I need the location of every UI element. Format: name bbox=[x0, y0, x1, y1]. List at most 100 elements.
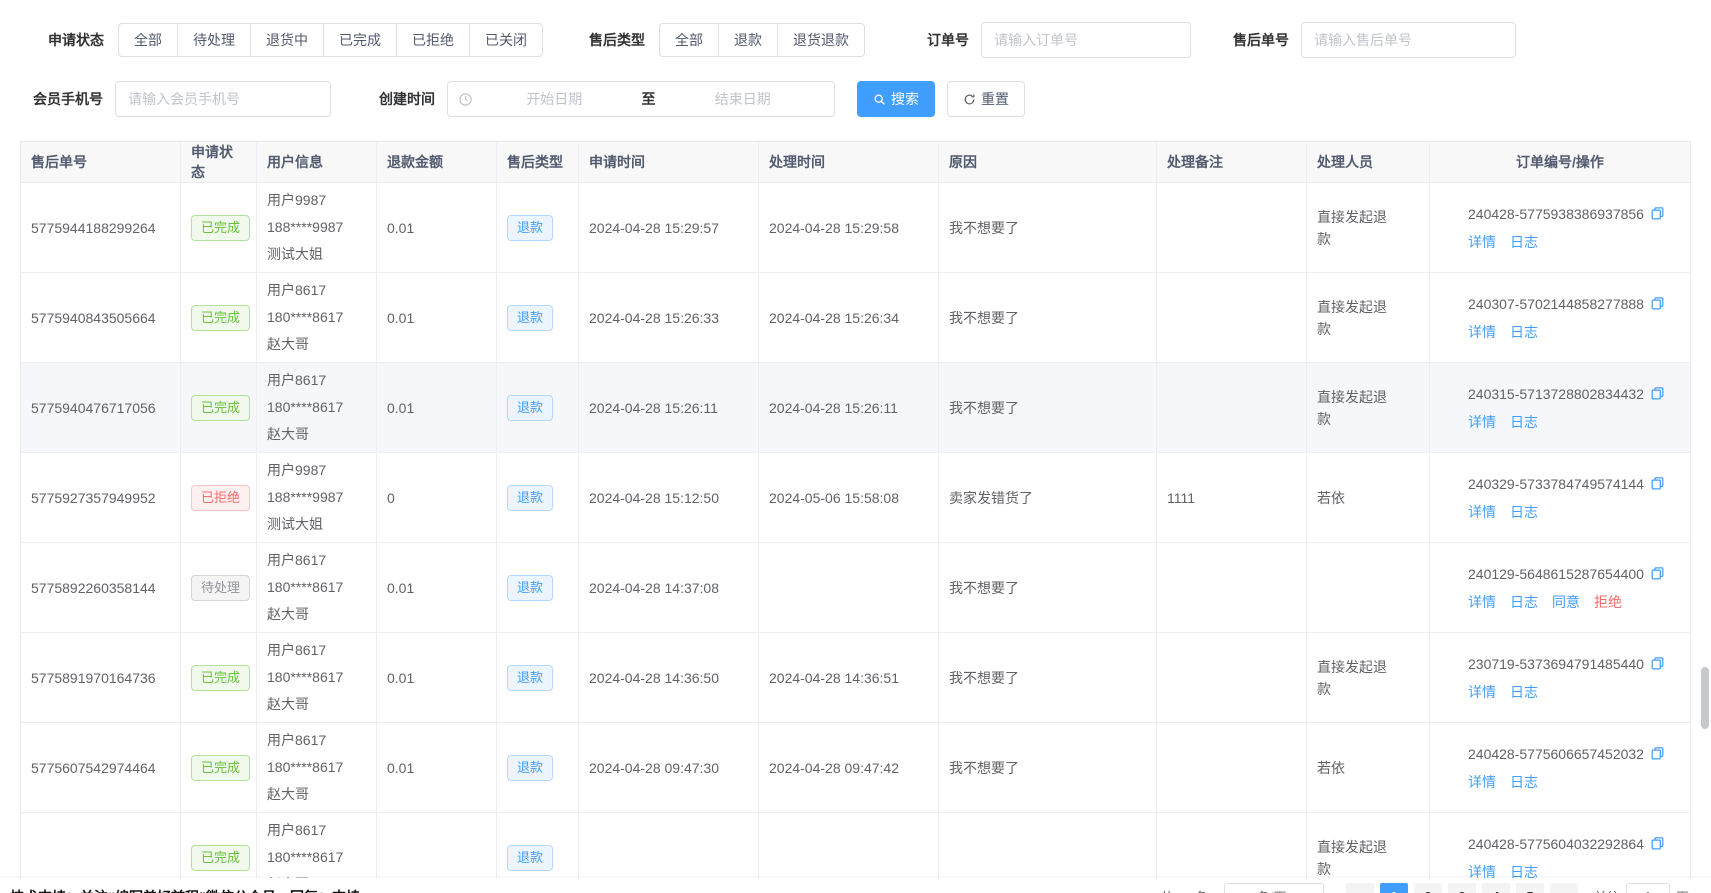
aftersale-no-input[interactable] bbox=[1301, 22, 1516, 58]
action-detail[interactable]: 详情 bbox=[1468, 320, 1496, 344]
action-detail[interactable]: 详情 bbox=[1468, 770, 1496, 794]
status-cell: 已完成 bbox=[181, 633, 257, 722]
end-date-placeholder[interactable]: 结束日期 bbox=[662, 89, 825, 109]
page-button-5[interactable]: 5 bbox=[1516, 883, 1544, 893]
aftersale-id-cell: 5775927357949952 bbox=[21, 453, 181, 542]
order-no-input[interactable] bbox=[981, 22, 1191, 58]
action-approve[interactable]: 同意 bbox=[1552, 590, 1580, 614]
copy-icon[interactable] bbox=[1650, 656, 1665, 671]
action-detail[interactable]: 详情 bbox=[1468, 230, 1496, 254]
column-header-label: 售后单号 bbox=[31, 152, 87, 172]
apply-status-option-4[interactable]: 已拒绝 bbox=[396, 23, 470, 57]
action-detail[interactable]: 详情 bbox=[1468, 500, 1496, 524]
prev-page-button[interactable] bbox=[1346, 883, 1374, 893]
goto-page-input[interactable] bbox=[1626, 883, 1670, 893]
action-log[interactable]: 日志 bbox=[1510, 410, 1538, 434]
action-log[interactable]: 日志 bbox=[1510, 590, 1538, 614]
page-button-2[interactable]: 2 bbox=[1414, 883, 1442, 893]
goto-label: 前往 bbox=[1594, 887, 1620, 893]
apply-status-option-2[interactable]: 退货中 bbox=[250, 23, 324, 57]
type-badge: 退款 bbox=[507, 755, 553, 781]
copy-icon[interactable] bbox=[1650, 746, 1665, 761]
action-detail[interactable]: 详情 bbox=[1468, 590, 1496, 614]
action-log[interactable]: 日志 bbox=[1510, 500, 1538, 524]
apply-status-option-5[interactable]: 已关闭 bbox=[469, 23, 543, 57]
aftersale-id: 5775940843505664 bbox=[31, 310, 156, 326]
type-cell: 退款 bbox=[497, 183, 579, 272]
search-button[interactable]: 搜索 bbox=[857, 81, 935, 117]
next-page-button[interactable] bbox=[1550, 883, 1578, 893]
column-header-label: 处理人员 bbox=[1317, 152, 1373, 172]
handler-cell: 直接发起退款 bbox=[1307, 633, 1430, 722]
status-cell: 已完成 bbox=[181, 363, 257, 452]
type-cell: 退款 bbox=[497, 273, 579, 362]
copy-icon[interactable] bbox=[1650, 836, 1665, 851]
apply-status-option-1[interactable]: 待处理 bbox=[177, 23, 251, 57]
aftersale-type-option-0[interactable]: 全部 bbox=[659, 23, 719, 57]
table-row: 5775927357949952已拒绝用户9987188****9987测试大姐… bbox=[21, 453, 1690, 543]
date-range-picker[interactable]: 开始日期 至 结束日期 bbox=[447, 81, 835, 117]
action-log[interactable]: 日志 bbox=[1510, 770, 1538, 794]
type-badge: 退款 bbox=[507, 305, 553, 331]
create-time-label: 创建时间 bbox=[379, 89, 435, 109]
order-actions-cell: 240329-5733784749574144 详情日志 bbox=[1430, 453, 1690, 542]
table-row: 5775607542974464已完成用户8617180****8617赵大哥0… bbox=[21, 723, 1690, 813]
reason-text: 我不想要了 bbox=[949, 308, 1019, 328]
remark-text: 1111 bbox=[1167, 490, 1195, 506]
table-header: 售后单号申请状态用户信息退款金额售后类型申请时间处理时间原因处理备注处理人员订单… bbox=[21, 142, 1690, 183]
aftersale-type-option-2[interactable]: 退货退款 bbox=[777, 23, 865, 57]
copy-icon[interactable] bbox=[1650, 206, 1665, 221]
page-size-select[interactable]: 10条/页 bbox=[1224, 883, 1324, 893]
order-number: 240329-5733784749574144 bbox=[1468, 472, 1644, 496]
row-actions: 详情日志同意拒绝 bbox=[1468, 590, 1622, 614]
copy-icon[interactable] bbox=[1650, 476, 1665, 491]
user-info-cell: 用户9987188****9987测试大姐 bbox=[257, 183, 377, 272]
page-button-3[interactable]: 3 bbox=[1448, 883, 1476, 893]
apply-status-option-0[interactable]: 全部 bbox=[118, 23, 178, 57]
order-no-label: 订单号 bbox=[927, 30, 969, 50]
page-button-4[interactable]: 4 bbox=[1482, 883, 1510, 893]
aftersale-type-option-1[interactable]: 退款 bbox=[718, 23, 778, 57]
scrollbar-thumb[interactable] bbox=[1701, 667, 1709, 729]
reason-text: 我不想要了 bbox=[949, 218, 1019, 238]
action-log[interactable]: 日志 bbox=[1510, 680, 1538, 704]
status-cell: 已完成 bbox=[181, 183, 257, 272]
column-header-7: 原因 bbox=[939, 142, 1157, 182]
handle-time: 2024-04-28 14:36:51 bbox=[769, 670, 899, 686]
handle-time-cell: 2024-04-28 15:26:34 bbox=[759, 273, 939, 362]
order-number: 240428-5775938386937856 bbox=[1468, 202, 1644, 226]
copy-icon[interactable] bbox=[1650, 386, 1665, 401]
order-number: 240428-5775604032292864 bbox=[1468, 832, 1644, 856]
aftersale-id: 5775607542974464 bbox=[31, 760, 156, 776]
page-suffix: 页 bbox=[1676, 887, 1689, 893]
copy-icon[interactable] bbox=[1650, 566, 1665, 581]
apply-time-cell: 2024-04-28 15:12:50 bbox=[579, 453, 759, 542]
apply-status-option-3[interactable]: 已完成 bbox=[323, 23, 397, 57]
page-button-1[interactable]: 1 bbox=[1380, 883, 1408, 893]
column-header-10: 订单编号/操作 bbox=[1430, 142, 1690, 182]
apply-time-cell: 2024-04-28 15:26:33 bbox=[579, 273, 759, 362]
refund-amount-cell: 0.01 bbox=[377, 543, 497, 632]
reason-cell: 我不想要了 bbox=[939, 723, 1157, 812]
status-badge: 已拒绝 bbox=[191, 485, 250, 511]
reset-button[interactable]: 重置 bbox=[947, 81, 1025, 117]
member-phone-input[interactable] bbox=[115, 81, 331, 117]
order-line: 240129-5648615287654400 bbox=[1468, 562, 1665, 586]
refund-amount-cell: 0.01 bbox=[377, 273, 497, 362]
apply-time: 2024-04-28 15:26:11 bbox=[589, 400, 718, 416]
apply-time: 2024-04-28 15:12:50 bbox=[589, 490, 719, 506]
action-detail[interactable]: 详情 bbox=[1468, 410, 1496, 434]
action-detail[interactable]: 详情 bbox=[1468, 680, 1496, 704]
handler-name: 直接发起退款 bbox=[1317, 386, 1389, 430]
action-log[interactable]: 日志 bbox=[1510, 230, 1538, 254]
start-date-placeholder[interactable]: 开始日期 bbox=[473, 89, 636, 109]
user-info-line: 赵大哥 bbox=[267, 601, 309, 628]
action-reject[interactable]: 拒绝 bbox=[1594, 590, 1622, 614]
action-log[interactable]: 日志 bbox=[1510, 320, 1538, 344]
refund-amount-cell: 0.01 bbox=[377, 183, 497, 272]
copy-icon[interactable] bbox=[1650, 296, 1665, 311]
type-badge: 退款 bbox=[507, 665, 553, 691]
aftersale-id: 5775940476717056 bbox=[31, 400, 156, 416]
status-cell: 已拒绝 bbox=[181, 453, 257, 542]
user-info-line: 180****8617 bbox=[267, 574, 343, 601]
